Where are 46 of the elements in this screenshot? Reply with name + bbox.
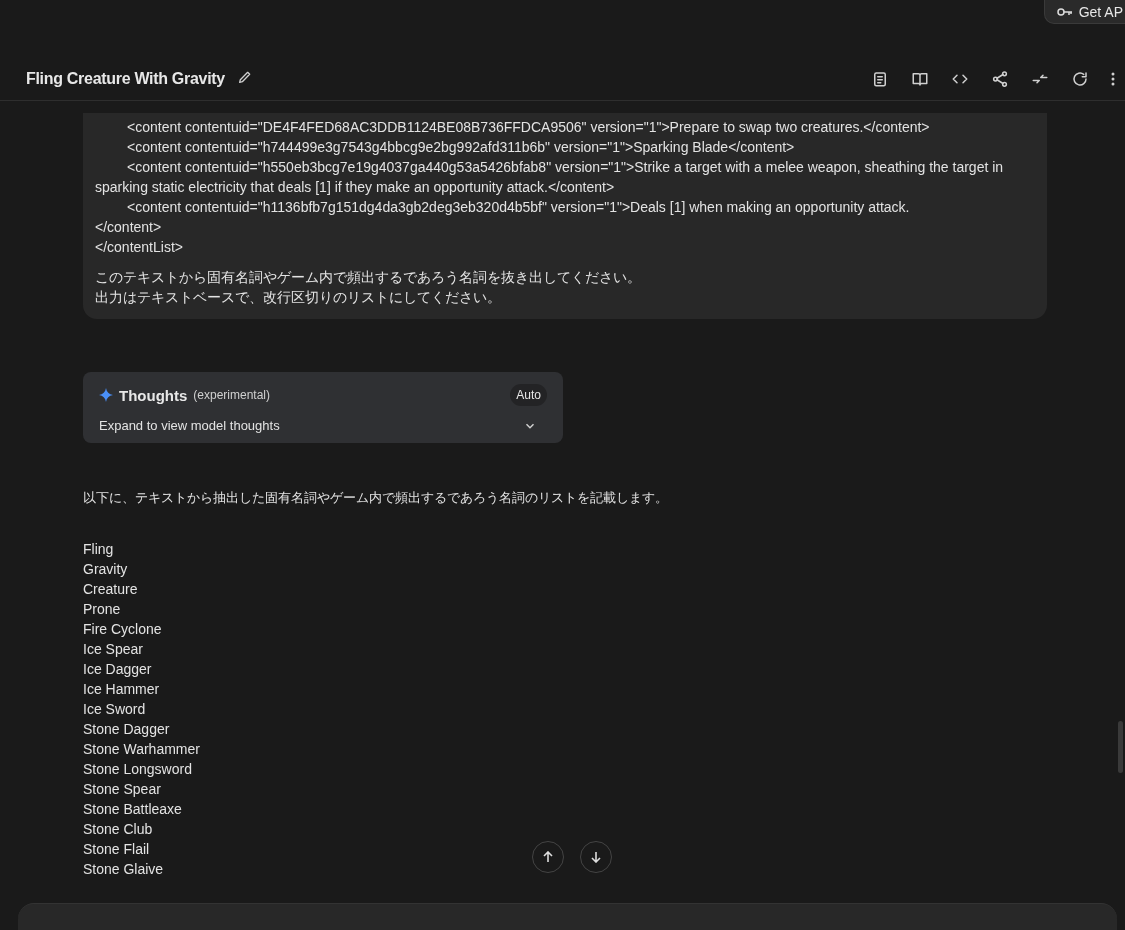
list-item: Fling — [83, 540, 114, 559]
code-line: </content> — [95, 218, 163, 237]
list-item: Stone Club — [83, 820, 153, 839]
list-item: Stone Longsword — [83, 760, 192, 779]
scroll-down-button[interactable] — [580, 841, 612, 873]
response-intro: 以下に、テキストから抽出した固有名詞やゲーム内で頻出するであろう名詞のリストを記載します。 — [83, 489, 669, 507]
code-line: <content contentuid="h744499e3g7543g4bbcg9e2bg992afd311b6b" version="1">Sparking Blade</content> — [126, 138, 796, 157]
pencil-icon[interactable] — [236, 69, 253, 85]
list-item: Ice Hammer — [83, 680, 160, 699]
list-item: Stone Dagger — [83, 720, 170, 739]
list-item: Stone Glaive — [83, 860, 164, 879]
book-icon[interactable] — [911, 70, 929, 88]
get-api-key-button[interactable]: Get AP — [1043, 0, 1125, 24]
share-icon[interactable] — [991, 70, 1009, 88]
list-item: Creature — [83, 580, 138, 599]
refresh-icon[interactable] — [1071, 70, 1089, 88]
sparkle-icon — [99, 388, 113, 402]
scrollbar-thumb[interactable] — [1118, 721, 1123, 773]
list-item: Fire Cyclone — [83, 620, 162, 639]
key-icon — [1056, 5, 1073, 18]
list-item: Ice Spear — [83, 640, 143, 659]
thoughts-note: (experimental) — [193, 388, 271, 402]
clipboard-icon[interactable] — [871, 70, 889, 88]
code-line: </contentList> — [95, 238, 184, 257]
prompt-input-bar[interactable] — [18, 903, 1117, 930]
arrow-down-icon — [590, 851, 602, 863]
code-line: <content contentuid="h550eb3bcg7e19g4037ga440g53a5426bfab8" version="1">Strike a target with a melee weapon, sheathing the target in sparking static electricity that deals [1] if they make an opportunity attack.</content> — [95, 158, 1005, 197]
thoughts-title: Thoughts — [119, 386, 188, 404]
chat-title: Fling Creature With Gravity — [26, 70, 225, 88]
list-item: Stone Flail — [83, 840, 150, 859]
expand-thoughts-toggle[interactable]: Expand to view model thoughts — [99, 418, 547, 433]
code-line: <content contentuid="h1136bfb7g151dg4da3gb2deg3eb320d4b5bf" version="1">Deals [1] when making an opportunity attack. — [126, 198, 911, 217]
arrow-up-icon — [542, 851, 554, 863]
list-item: Prone — [83, 600, 121, 619]
list-item: Stone Warhammer — [83, 740, 200, 759]
code-line: <content contentuid="DE4F4FED68AC3DDB1124BE08B736FFDCA9506" version="1">Prepare to swap two creatures.</content> — [126, 118, 931, 137]
list-item: Stone Spear — [83, 780, 161, 799]
mode-chip[interactable]: Auto — [510, 384, 547, 406]
scroll-up-button[interactable] — [532, 841, 564, 873]
prompt-text: このテキストから固有名詞やゲーム内で頻出するであろう名詞を抜き出してください。 — [95, 268, 642, 287]
more-options-icon[interactable] — [1111, 71, 1115, 87]
list-item: Gravity — [83, 560, 128, 579]
list-item: Stone Battleaxe — [83, 800, 182, 819]
list-item: Ice Sword — [83, 700, 146, 719]
list-item: Ice Dagger — [83, 660, 152, 679]
prompt-text: 出力はテキストベースで、改行区切りのリストにしてください。 — [95, 288, 502, 307]
